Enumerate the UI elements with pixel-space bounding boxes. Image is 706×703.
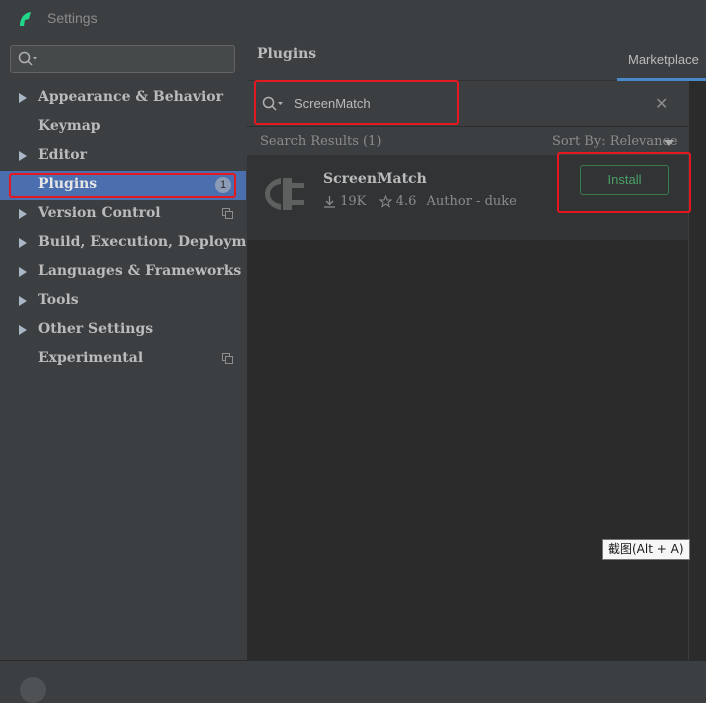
sidebar-item-label: Editor xyxy=(38,147,87,163)
expand-arrow-icon[interactable] xyxy=(19,296,27,306)
sidebar-item-label: Keymap xyxy=(38,118,101,134)
app-logo-icon xyxy=(20,12,31,26)
search-icon[interactable] xyxy=(262,96,284,112)
expand-arrow-icon[interactable] xyxy=(19,267,27,277)
results-count: Search Results (1) xyxy=(260,134,382,149)
plugin-meta: 19K 4.6 Author - duke xyxy=(323,194,517,209)
chevron-down-icon[interactable] xyxy=(664,140,674,146)
sidebar-item-label: Experimental xyxy=(38,350,144,366)
help-button[interactable] xyxy=(20,677,46,703)
sidebar-item-label: Tools xyxy=(38,292,79,308)
update-count-badge: 1 xyxy=(215,177,231,193)
plugin-list-item[interactable]: ScreenMatch 19K 4.6 Author - duke Instal… xyxy=(247,156,688,240)
bottom-bar xyxy=(0,660,706,703)
sidebar-item-label: Other Settings xyxy=(38,321,154,337)
expand-arrow-icon[interactable] xyxy=(19,93,27,103)
clear-search-icon[interactable]: ✕ xyxy=(655,94,668,113)
expand-arrow-icon[interactable] xyxy=(19,151,27,161)
plugin-plug-icon xyxy=(265,178,304,210)
sidebar-item-build-execution-deployment[interactable]: Build, Execution, Deployment xyxy=(0,229,272,258)
plugins-panel: Plugins Marketplace ScreenMatch ✕ Search… xyxy=(247,38,706,660)
search-icon[interactable] xyxy=(18,51,38,67)
plugin-rating: 4.6 xyxy=(395,194,417,209)
project-settings-icon xyxy=(222,353,233,364)
sidebar-item-editor[interactable]: Editor xyxy=(0,142,246,171)
tab-marketplace-label: Marketplace xyxy=(628,52,699,67)
sidebar-item-other-settings[interactable]: Other Settings xyxy=(0,316,246,345)
plugin-name[interactable]: ScreenMatch xyxy=(323,171,427,187)
expand-arrow-icon[interactable] xyxy=(19,325,27,335)
settings-sidebar: Appearance & Behavior Keymap Editor Plug… xyxy=(0,38,272,660)
expand-arrow-icon[interactable] xyxy=(19,238,27,248)
sidebar-search-input[interactable] xyxy=(41,49,233,71)
project-settings-icon xyxy=(222,208,233,219)
sidebar-item-appearance-behavior[interactable]: Appearance & Behavior xyxy=(0,84,246,113)
install-button[interactable]: Install xyxy=(580,165,669,195)
page-title: Plugins xyxy=(257,46,317,62)
sort-by-dropdown[interactable]: Sort By: Relevance xyxy=(552,134,678,149)
sidebar-item-label: Languages & Frameworks xyxy=(38,263,242,279)
plugin-author: Author - duke xyxy=(426,194,517,209)
sidebar-search-box[interactable] xyxy=(10,45,235,73)
tab-marketplace[interactable]: Marketplace xyxy=(617,38,706,81)
download-count: 19K xyxy=(340,194,367,209)
sidebar-item-label: Appearance & Behavior xyxy=(38,89,224,105)
sidebar-item-version-control[interactable]: Version Control xyxy=(0,200,246,229)
results-bar: Search Results (1) Sort By: Relevance xyxy=(247,127,688,156)
sidebar-item-label: Plugins xyxy=(38,176,98,192)
sidebar-item-label: Build, Execution, Deployment xyxy=(38,234,272,250)
screenshot-tooltip: 截图(Alt + A) xyxy=(602,539,690,560)
sidebar-item-label: Version Control xyxy=(38,205,161,221)
star-icon xyxy=(378,194,392,208)
title-bar: Settings xyxy=(0,0,706,38)
window-title: Settings xyxy=(47,10,98,26)
sidebar-item-tools[interactable]: Tools xyxy=(0,287,246,316)
expand-arrow-icon[interactable] xyxy=(19,209,27,219)
plugin-search-field[interactable]: ScreenMatch ✕ xyxy=(247,81,688,126)
plugin-search-input[interactable]: ScreenMatch xyxy=(294,96,371,111)
sidebar-item-keymap[interactable]: Keymap xyxy=(0,113,246,142)
sidebar-item-plugins[interactable]: Plugins 1 xyxy=(0,171,246,200)
scrollbar[interactable] xyxy=(688,81,706,660)
plugins-header: Plugins Marketplace xyxy=(247,38,706,81)
sidebar-item-languages-frameworks[interactable]: Languages & Frameworks xyxy=(0,258,246,287)
download-icon xyxy=(324,196,335,208)
sidebar-item-experimental[interactable]: Experimental xyxy=(0,345,246,374)
